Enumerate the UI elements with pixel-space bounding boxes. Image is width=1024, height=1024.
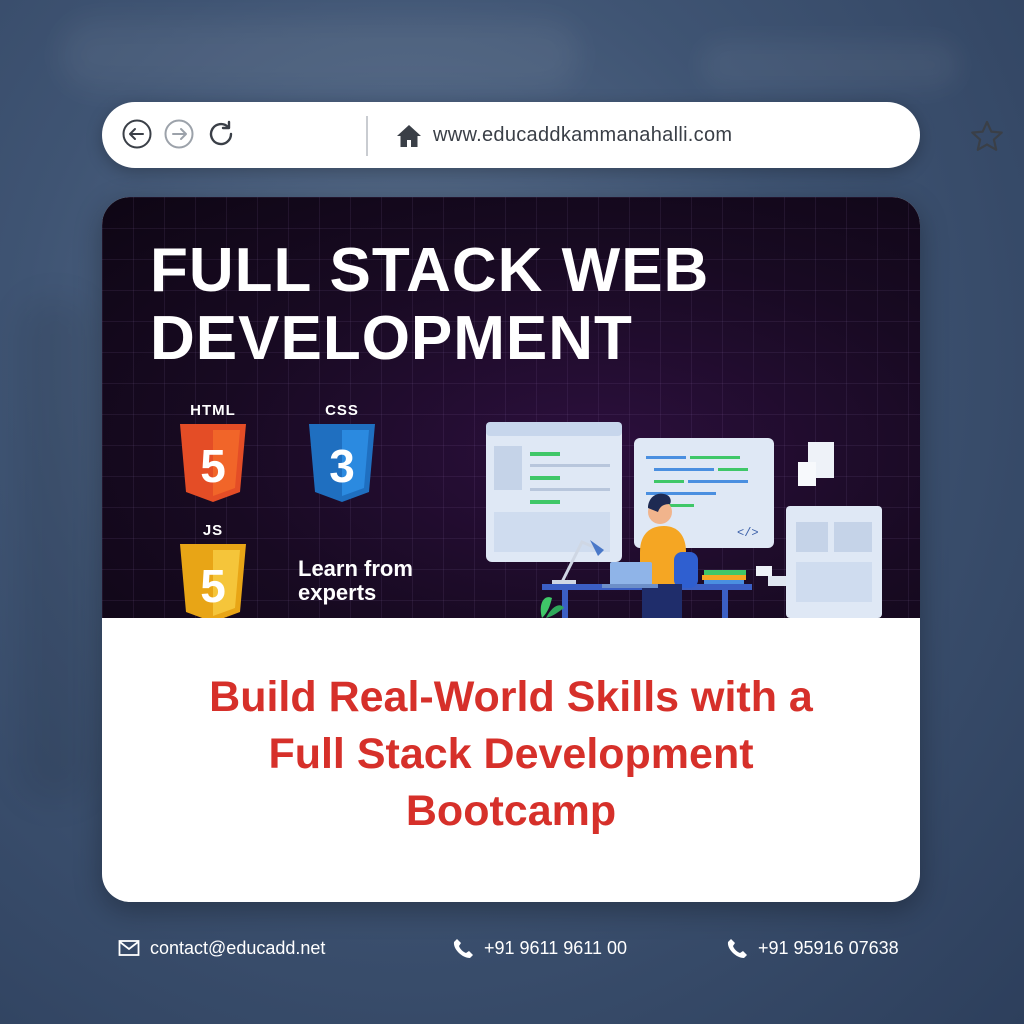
html5-shield-icon: 5: [180, 424, 246, 502]
html5-badge: HTML 5: [178, 402, 248, 502]
phone-icon: [727, 939, 747, 958]
learn-line-2: experts: [298, 580, 377, 605]
js-shield-icon: 5: [180, 544, 246, 618]
js-label: JS: [202, 522, 224, 539]
svg-text:</>: </>: [737, 526, 759, 540]
phone-text-2[interactable]: +91 95916 07638: [758, 938, 899, 959]
background-blur: [60, 20, 580, 90]
hero-banner: FULL STACK WEB DEVELOPMENT HTML 5 CSS 3 …: [102, 197, 920, 618]
promo-card: FULL STACK WEB DEVELOPMENT HTML 5 CSS 3 …: [102, 197, 920, 902]
svg-text:3: 3: [329, 440, 355, 492]
tagline-line-3: Bootcamp: [405, 787, 617, 835]
background-blur: [700, 40, 960, 90]
browser-address-bar: www.educaddkammanahalli.com: [102, 102, 1003, 168]
headline-line-1: FULL STACK WEB: [150, 236, 710, 305]
tagline: Build Real-World Skills with a Full Stac…: [102, 669, 920, 840]
html-label: HTML: [190, 402, 236, 419]
tagline-line-2: Full Stack Development: [268, 730, 754, 778]
css-label: CSS: [325, 402, 359, 419]
star-icon[interactable]: [970, 120, 1004, 152]
mail-icon: [118, 940, 140, 956]
back-arrow-icon[interactable]: [122, 119, 152, 149]
forward-arrow-icon[interactable]: [164, 119, 194, 149]
email-text[interactable]: contact@educadd.net: [150, 938, 325, 959]
tagline-line-1: Build Real-World Skills with a: [209, 673, 813, 721]
email-contact[interactable]: contact@educadd.net: [118, 937, 325, 959]
phone-contact-2[interactable]: +91 95916 07638: [726, 937, 899, 959]
learn-from-experts-text: Learn from experts: [298, 557, 413, 605]
background-blur: [20, 300, 90, 800]
css3-shield-icon: 3: [309, 424, 375, 502]
developer-illustration: </>: [486, 422, 882, 618]
phone-text-1[interactable]: +91 9611 9611 00: [484, 938, 627, 959]
toolbar-divider: [366, 116, 368, 156]
phone-icon: [453, 939, 473, 958]
phone-contact-1[interactable]: +91 9611 9611 00: [452, 937, 627, 959]
svg-text:5: 5: [200, 560, 226, 612]
url-text[interactable]: www.educaddkammanahalli.com: [433, 124, 732, 147]
home-icon[interactable]: [396, 124, 422, 148]
svg-text:5: 5: [200, 440, 226, 492]
js-badge: JS 5: [178, 522, 248, 618]
learn-line-1: Learn from: [298, 556, 413, 581]
refresh-icon[interactable]: [206, 119, 236, 149]
css3-badge: CSS 3: [307, 402, 377, 502]
headline-line-2: DEVELOPMENT: [150, 304, 633, 373]
banner-headline: FULL STACK WEB DEVELOPMENT: [150, 237, 709, 373]
